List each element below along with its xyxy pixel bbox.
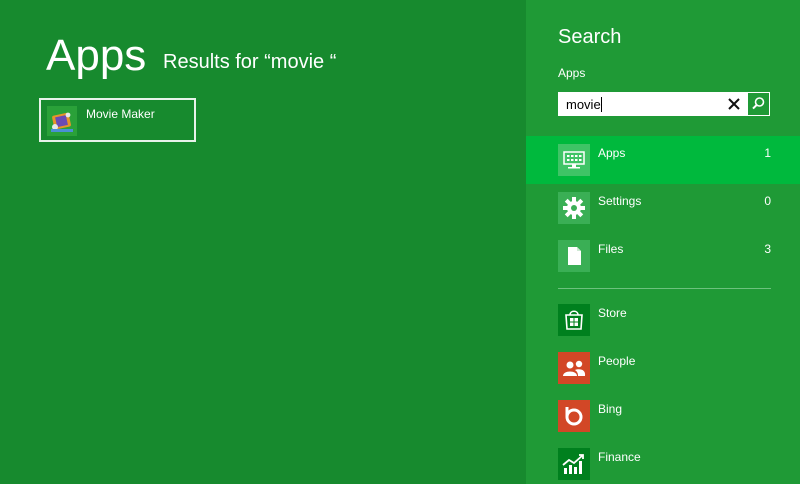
search-app-finance[interactable]: Finance [526,440,800,484]
search-button[interactable] [747,93,769,115]
settings-icon [558,192,590,224]
page-title: Apps [46,31,147,80]
app-label: Store [598,306,627,320]
bing-icon [558,400,590,432]
category-label: Settings [598,194,642,208]
text-caret [601,97,602,112]
category-count: 3 [764,242,771,256]
search-pane-title: Search [558,26,622,48]
clear-search-button[interactable] [723,93,745,115]
finance-icon [558,448,590,480]
search-box [558,92,770,116]
category-count: 1 [764,146,771,160]
movie-maker-icon [47,106,77,136]
files-icon [558,240,590,272]
search-app-store[interactable]: Store [526,296,800,344]
result-tile-movie-maker[interactable]: Movie Maker [39,98,196,142]
results-for-label: Results for “movie “ [163,51,337,73]
search-input[interactable] [559,93,719,115]
app-label: People [598,354,636,368]
app-label: Bing [598,402,623,416]
store-icon [558,304,590,336]
app-label: Finance [598,450,641,464]
close-icon [728,98,740,110]
start-screen: Apps Results for “movie “ Movie Maker Se… [0,0,800,484]
search-category-settings[interactable]: Settings 0 [526,184,800,232]
search-category-apps[interactable]: Apps 1 [526,136,800,184]
search-category-files[interactable]: Files 3 [526,232,800,280]
search-app-bing[interactable]: Bing [526,392,800,440]
apps-icon [558,144,590,176]
divider [558,288,771,289]
search-icon [752,97,765,110]
category-count: 0 [764,194,771,208]
search-scope-label: Apps [558,66,586,80]
category-label: Apps [598,146,626,160]
search-app-people[interactable]: People [526,344,800,392]
people-icon [558,352,590,384]
category-label: Files [598,242,624,256]
search-pane: Search Apps movie Apps 1 Settings 0 File… [526,0,800,484]
result-tile-label: Movie Maker [86,107,155,121]
